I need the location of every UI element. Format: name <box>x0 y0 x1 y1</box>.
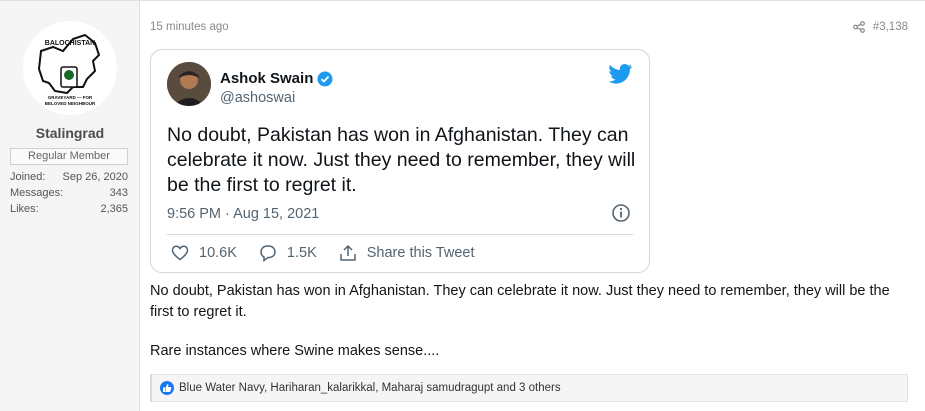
forum-post: BALOCHISTAN GRAVEYARD — FOR BELOVED NEIG… <box>0 0 925 411</box>
avatar[interactable]: BALOCHISTAN GRAVEYARD — FOR BELOVED NEIG… <box>23 21 117 115</box>
stat-label: Messages: <box>10 187 64 199</box>
post-meta-right: #3,138 <box>852 21 908 33</box>
tweet-avatar[interactable] <box>167 62 211 106</box>
thumbs-up-icon <box>160 381 174 395</box>
embedded-tweet[interactable]: Ashok Swain @ashoswai No doubt, Pakistan… <box>150 49 650 273</box>
like-action[interactable]: 10.6K <box>171 244 237 262</box>
post-body-text: No doubt, Pakistan has won in Afghanista… <box>150 283 890 320</box>
tweet-author[interactable]: Ashok Swain <box>220 70 333 87</box>
reply-bubble-icon <box>260 245 276 262</box>
post-number[interactable]: #3,138 <box>873 21 908 33</box>
stat-value: 2,365 <box>100 203 128 215</box>
reactions-users[interactable]: Blue Water Navy, Hariharan_kalarikkal, M… <box>179 382 561 394</box>
tweet-divider <box>167 234 633 235</box>
verified-badge-icon <box>317 71 333 86</box>
reply-count: 1.5K <box>286 245 317 261</box>
stat-label: Joined: <box>10 171 46 183</box>
reactions-bar[interactable]: Blue Water Navy, Hariharan_kalarikkal, M… <box>150 374 908 402</box>
tweet-text: No doubt, Pakistan has won in Afghanista… <box>167 124 636 196</box>
stat-value: Sep 26, 2020 <box>62 171 128 183</box>
like-count: 10.6K <box>199 245 237 261</box>
tweet-author-name: Ashok Swain <box>220 70 314 87</box>
user-title-badge: Regular Member <box>10 148 128 165</box>
post-comment-text: Rare instances where Swine makes sense..… <box>150 343 440 359</box>
svg-text:BALOCHISTAN: BALOCHISTAN <box>45 40 95 47</box>
info-icon[interactable] <box>611 203 631 223</box>
share-tweet-action[interactable]: Share this Tweet <box>339 244 475 262</box>
svg-text:GRAVEYARD — FOR: GRAVEYARD — FOR <box>48 95 93 100</box>
heart-icon <box>171 245 189 261</box>
balochistan-map-icon: BALOCHISTAN GRAVEYARD — FOR BELOVED NEIG… <box>23 21 117 115</box>
stat-label: Likes: <box>10 203 39 215</box>
post-timestamp[interactable]: 15 minutes ago <box>150 21 229 33</box>
person-photo-icon <box>167 62 211 106</box>
share-icon[interactable] <box>852 21 865 33</box>
stat-joined: Joined: Sep 26, 2020 <box>10 171 128 183</box>
reply-action[interactable]: 1.5K <box>259 244 317 262</box>
twitter-bird-icon[interactable] <box>608 64 633 84</box>
tweet-datetime[interactable]: 9:56 PM · Aug 15, 2021 <box>167 206 319 222</box>
stat-likes: Likes: 2,365 <box>10 203 128 215</box>
user-info-column: BALOCHISTAN GRAVEYARD — FOR BELOVED NEIG… <box>0 1 140 411</box>
svg-text:BELOVED NEIGHBOUR: BELOVED NEIGHBOUR <box>45 101 96 106</box>
share-tweet-label: Share this Tweet <box>366 245 475 261</box>
stat-messages: Messages: 343 <box>10 187 128 199</box>
username[interactable]: Stalingrad <box>0 125 140 141</box>
upload-share-icon <box>340 244 356 261</box>
tweet-actions: 10.6K 1.5K Share this Tweet <box>171 244 497 262</box>
post-content: 15 minutes ago #3,138 Ashok Swain @ashos… <box>140 1 925 411</box>
stat-value: 343 <box>109 187 128 199</box>
tweet-handle[interactable]: @ashoswai <box>220 90 295 106</box>
